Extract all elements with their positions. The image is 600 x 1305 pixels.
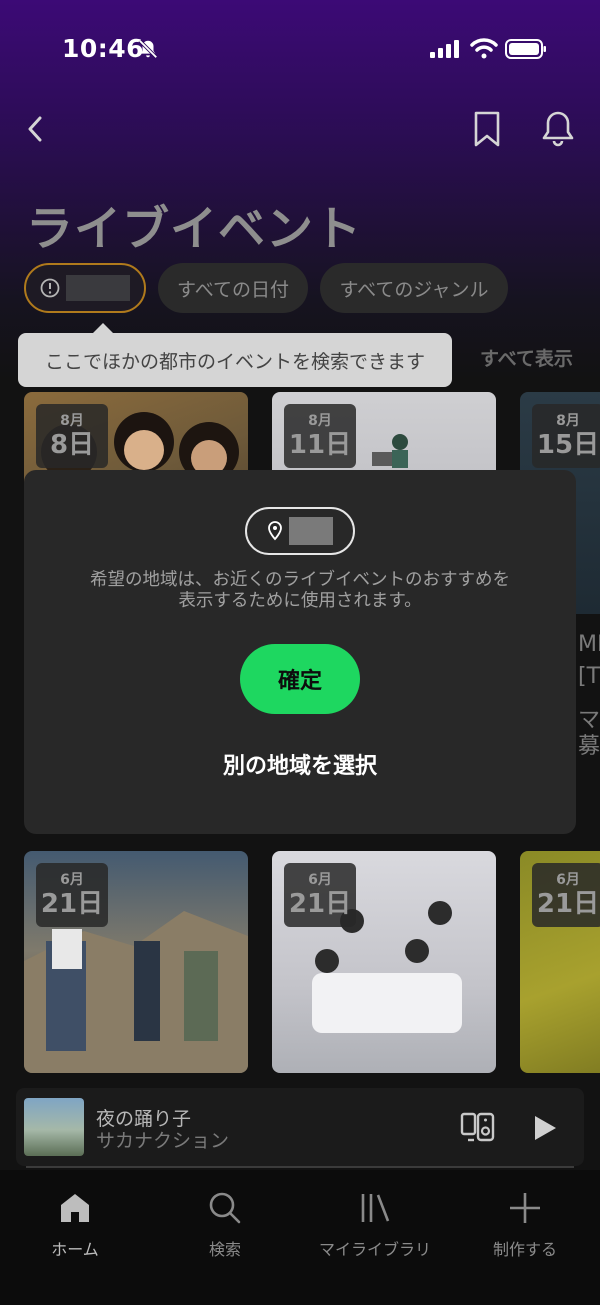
mini-player[interactable]: 夜の踊り子 サカナクション bbox=[16, 1088, 584, 1166]
event-card[interactable]: 6月 21日 bbox=[520, 851, 600, 1073]
event-month: 6月 bbox=[556, 872, 580, 888]
region-modal: 希望の地域は、お近くのライブイベントのおすすめを 表示するために使用されます。 … bbox=[24, 470, 576, 834]
bell-icon[interactable] bbox=[540, 108, 576, 148]
nav-create[interactable]: 制作する bbox=[450, 1190, 600, 1260]
choose-other-region-button[interactable]: 別の地域を選択 bbox=[24, 748, 576, 780]
location-chip[interactable] bbox=[24, 263, 146, 313]
library-icon bbox=[361, 1194, 390, 1222]
location-pill-value bbox=[289, 517, 333, 545]
event-card[interactable]: 6月 21日 bbox=[24, 851, 248, 1073]
event-date: 6月 21日 bbox=[36, 863, 108, 927]
nav-label: 制作する bbox=[492, 1240, 557, 1259]
event-card-venue-2: 募張 bbox=[578, 734, 600, 759]
nav-label: マイライブラリ bbox=[318, 1240, 431, 1259]
event-month: 6月 bbox=[60, 872, 84, 888]
home-icon bbox=[61, 1194, 89, 1222]
status-time: 10:46 bbox=[62, 34, 145, 63]
event-date: 8月 8日 bbox=[36, 404, 108, 468]
nav-home[interactable]: ホーム bbox=[0, 1190, 150, 1260]
location-tooltip: ここでほかの都市のイベントを検索できます bbox=[18, 323, 452, 387]
search-icon bbox=[209, 1192, 241, 1224]
bookmark-icon[interactable] bbox=[472, 110, 502, 148]
bottom-navigation: ホーム 検索 マイライブラリ 制作する bbox=[0, 1170, 600, 1305]
map-pin-icon bbox=[268, 521, 282, 541]
event-date: 8月 11日 bbox=[284, 404, 356, 468]
status-bar: 10:46 bbox=[0, 0, 600, 96]
event-month: 8月 bbox=[308, 413, 332, 429]
event-card-title: ME bbox=[578, 632, 600, 657]
event-day: 15日 bbox=[536, 430, 600, 460]
modal-description: 希望の地域は、お近くのライブイベントのおすすめを 表示するために使用されます。 bbox=[54, 570, 546, 612]
nav-label: ホーム bbox=[51, 1240, 99, 1259]
event-date: 6月 21日 bbox=[284, 863, 356, 927]
event-card-subtitle: [T bbox=[578, 664, 600, 689]
now-playing-artist: サカナクション bbox=[96, 1130, 230, 1152]
album-art bbox=[24, 1098, 84, 1156]
show-all-link[interactable]: すべて表示 bbox=[480, 344, 573, 371]
signal-icon bbox=[430, 40, 459, 58]
nav-library[interactable]: マイライブラリ bbox=[300, 1190, 450, 1260]
modal-description-line: 表示するために使用されます。 bbox=[178, 591, 422, 611]
event-day: 8日 bbox=[49, 430, 95, 460]
event-day: 21日 bbox=[40, 889, 104, 919]
event-date: 6月 21日 bbox=[532, 863, 600, 927]
modal-description-line: 希望の地域は、お近くのライブイベントのおすすめを bbox=[90, 570, 510, 590]
playback-progress-bar bbox=[26, 1166, 574, 1168]
event-day: 21日 bbox=[288, 889, 352, 919]
chevron-left-icon[interactable] bbox=[22, 112, 48, 146]
page-title: ライブイベント bbox=[26, 202, 362, 257]
location-chip-value bbox=[66, 275, 130, 301]
event-date: 8月 15日 bbox=[532, 404, 600, 468]
event-day: 21日 bbox=[536, 889, 600, 919]
event-day: 11日 bbox=[288, 430, 352, 460]
event-month: 8月 bbox=[556, 413, 580, 429]
event-month: 6月 bbox=[308, 872, 332, 888]
confirm-button[interactable]: 確定 bbox=[240, 644, 360, 714]
wifi-icon bbox=[470, 38, 498, 59]
speaker-device-icon[interactable] bbox=[460, 1110, 496, 1144]
event-card[interactable]: 6月 21日 bbox=[272, 851, 496, 1073]
bell-slash-icon bbox=[138, 39, 158, 59]
genre-filter-chip[interactable]: すべてのジャンル bbox=[320, 263, 508, 313]
date-filter-chip[interactable]: すべての日付 bbox=[158, 263, 308, 313]
nav-label: 検索 bbox=[208, 1240, 241, 1259]
alert-circle-icon bbox=[40, 278, 60, 298]
location-pill bbox=[245, 507, 355, 555]
battery-icon bbox=[505, 39, 546, 59]
play-icon[interactable] bbox=[532, 1114, 558, 1142]
plus-icon bbox=[510, 1193, 540, 1223]
nav-search[interactable]: 検索 bbox=[150, 1190, 300, 1260]
live-events-page: 10:46 ライブイベント すべての日付 すべてのジャンル ここでほかの都市のイ… bbox=[0, 0, 600, 1305]
event-month: 8月 bbox=[60, 413, 84, 429]
